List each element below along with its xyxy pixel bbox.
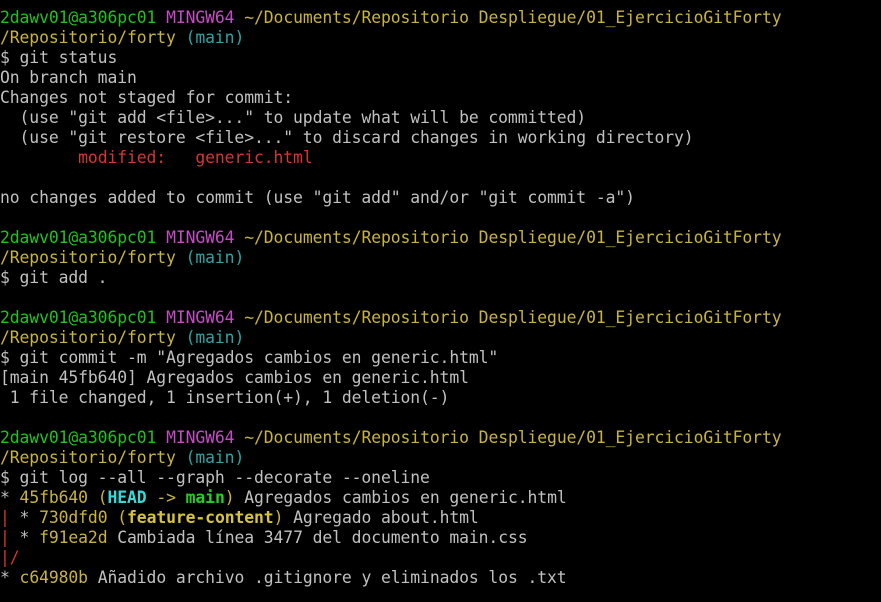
- output-line: [main 45fb640] Agregados cambios en gene…: [0, 368, 469, 387]
- prompt-branch: (main): [185, 248, 245, 267]
- commit-hash: c64980b: [19, 568, 88, 587]
- output-line: On branch main: [0, 68, 137, 87]
- commit-hash: 45fb640: [19, 488, 88, 507]
- command-line: $ git commit -m "Agregados cambios en ge…: [0, 348, 499, 367]
- prompt-line: 2dawv01@a306pc01 MINGW64 ~/Documents/Rep…: [0, 428, 881, 448]
- prompt-line-cont: /Repositorio/forty (main): [0, 328, 881, 348]
- prompt-shell: MINGW64: [166, 308, 235, 327]
- graph-node: *: [0, 488, 20, 507]
- prompt-path-cont: /Repositorio/forty: [0, 448, 176, 467]
- prompt-path-cont: /Repositorio/forty: [0, 328, 176, 347]
- prompt-path: ~/Documents/Repositorio Despliegue/01_Ej…: [244, 428, 782, 447]
- modified-file: generic.html: [195, 148, 313, 167]
- prompt-path: ~/Documents/Repositorio Despliegue/01_Ej…: [244, 308, 782, 327]
- log-line: * 45fb640 (HEAD -> main) Agregados cambi…: [0, 488, 881, 508]
- output-line: Changes not staged for commit:: [0, 88, 294, 107]
- prompt-user: 2dawv01@a306pc01: [0, 428, 157, 447]
- ref-close: ): [273, 508, 284, 527]
- ref-open: (: [87, 488, 108, 507]
- prompt-user: 2dawv01@a306pc01: [0, 308, 157, 327]
- prompt-path: ~/Documents/Repositorio Despliegue/01_Ej…: [244, 228, 782, 247]
- prompt-line: 2dawv01@a306pc01 MINGW64 ~/Documents/Rep…: [0, 308, 881, 328]
- commit-message: Añadido archivo .gitignore y eliminados …: [87, 568, 567, 587]
- graph-node: *: [9, 508, 40, 527]
- command-line: $ git log --all --graph --decorate --one…: [0, 468, 430, 487]
- prompt-line-cont: /Repositorio/forty (main): [0, 28, 881, 48]
- commit-hash: 730dfd0: [39, 508, 108, 527]
- prompt-path: ~/Documents/Repositorio Despliegue/01_Ej…: [244, 8, 782, 27]
- graph-node: *: [9, 528, 40, 547]
- command-line: $ git add .: [0, 268, 108, 287]
- ref-close: ): [224, 488, 235, 507]
- commit-message: Agregados cambios en generic.html: [234, 488, 567, 507]
- ref-open: (: [107, 508, 128, 527]
- ref-arrow: ->: [146, 488, 186, 507]
- command-line: $ git status: [0, 48, 118, 67]
- log-line: | * 730dfd0 (feature-content) Agregado a…: [0, 508, 881, 528]
- graph-node: *: [0, 568, 20, 587]
- output-line: (use "git restore <file>..." to discard …: [0, 128, 694, 147]
- log-line: * c64980b Añadido archivo .gitignore y e…: [0, 568, 881, 588]
- prompt-branch: (main): [185, 448, 245, 467]
- prompt-line-cont: /Repositorio/forty (main): [0, 448, 881, 468]
- modified-label: modified:: [78, 148, 196, 167]
- terminal-window[interactable]: 2dawv01@a306pc01 MINGW64 ~/Documents/Rep…: [0, 0, 881, 602]
- modified-line: modified: generic.html: [0, 148, 881, 168]
- prompt-line-cont: /Repositorio/forty (main): [0, 248, 881, 268]
- prompt-line: 2dawv01@a306pc01 MINGW64 ~/Documents/Rep…: [0, 228, 881, 248]
- prompt-user: 2dawv01@a306pc01: [0, 228, 157, 247]
- graph-pipe: |: [0, 508, 10, 527]
- prompt-path-cont: /Repositorio/forty: [0, 28, 176, 47]
- commit-message: Agregado about.html: [283, 508, 479, 527]
- output-line: no changes added to commit (use "git add…: [0, 188, 635, 207]
- prompt-user: 2dawv01@a306pc01: [0, 8, 157, 27]
- ref-main: main: [185, 488, 225, 507]
- prompt-shell: MINGW64: [166, 428, 235, 447]
- prompt-shell: MINGW64: [166, 8, 235, 27]
- log-line: | * f91ea2d Cambiada línea 3477 del docu…: [0, 528, 881, 548]
- graph-merge: |/: [0, 548, 20, 567]
- prompt-branch: (main): [185, 328, 245, 347]
- prompt-shell: MINGW64: [166, 228, 235, 247]
- prompt-branch: (main): [185, 28, 245, 47]
- ref-feature: feature-content: [127, 508, 274, 527]
- log-line: |/: [0, 548, 881, 568]
- output-line: (use "git add <file>..." to update what …: [0, 108, 587, 127]
- prompt-line: 2dawv01@a306pc01 MINGW64 ~/Documents/Rep…: [0, 8, 881, 28]
- ref-head: HEAD: [107, 488, 147, 507]
- graph-pipe: |: [0, 528, 10, 547]
- prompt-path-cont: /Repositorio/forty: [0, 248, 176, 267]
- commit-hash: f91ea2d: [39, 528, 108, 547]
- output-line: 1 file changed, 1 insertion(+), 1 deleti…: [0, 388, 450, 407]
- commit-message: Cambiada línea 3477 del documento main.c…: [107, 528, 528, 547]
